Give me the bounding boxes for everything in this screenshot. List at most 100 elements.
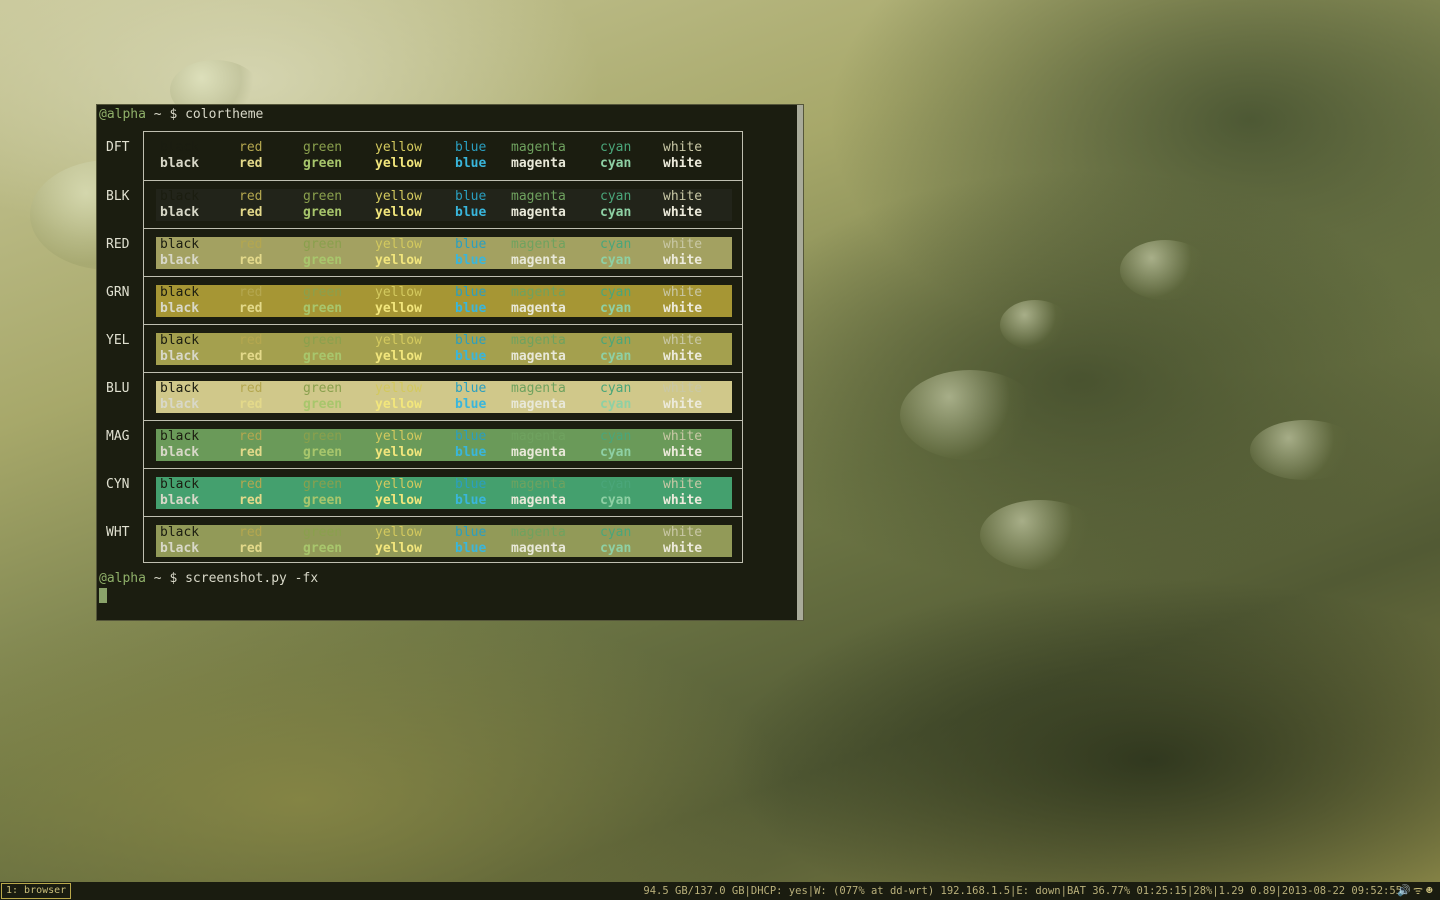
swatch-white-bold: white — [663, 397, 703, 412]
wifi-icon: ᯤ — [1413, 884, 1424, 897]
swatch-yellow-bold: yellow — [375, 253, 422, 268]
volume-icon: 🔊 — [1397, 884, 1411, 897]
swatch-magenta-bold: magenta — [511, 253, 566, 268]
swatch-blue-bold: blue — [455, 349, 487, 364]
colortheme-row-yel: YEL black black red red green green yellow yello… — [106, 324, 742, 372]
swatch-red-normal: red — [239, 237, 263, 252]
swatch-black-bold: black — [160, 156, 200, 171]
swatch-white-bold: white — [663, 205, 703, 220]
swatch-white-bold: white — [663, 253, 703, 268]
swatch-black-bold: black — [160, 349, 200, 364]
swatch-green-bold: green — [303, 349, 343, 364]
swatch-yellow-bold: yellow — [375, 541, 422, 556]
swatch-magenta-normal: magenta — [511, 525, 566, 540]
swatch-green-normal: green — [303, 381, 343, 396]
swatch-black-normal: black — [160, 189, 200, 204]
swatch-black-normal: black — [160, 140, 200, 155]
swatch-black-normal: black — [160, 237, 200, 252]
swatch-yellow-normal: yellow — [375, 189, 422, 204]
swatch-yellow-normal: yellow — [375, 140, 422, 155]
swatch-cyan-bold: cyan — [600, 301, 632, 316]
swatch-blue-normal: blue — [455, 381, 487, 396]
swatch-white-normal: white — [663, 429, 703, 444]
swatch-black-bold: black — [160, 493, 200, 508]
swatch-green-bold: green — [303, 301, 343, 316]
swatch-yellow-bold: yellow — [375, 156, 422, 171]
swatch-black-normal: black — [160, 285, 200, 300]
terminal-scrollbar[interactable] — [797, 105, 803, 620]
swatch-red-bold: red — [239, 445, 263, 460]
swatch-green-normal: green — [303, 285, 343, 300]
swatch-magenta-normal: magenta — [511, 333, 566, 348]
prompt-path: ~ $ — [145, 571, 186, 586]
swatch-black-normal: black — [160, 381, 200, 396]
swatch-black-bold: black — [160, 253, 200, 268]
swatch-blue-normal: blue — [455, 189, 487, 204]
colortheme-row-blu: BLU black black red red green green yellow yello… — [106, 372, 742, 420]
swatch-yellow-normal: yellow — [375, 237, 422, 252]
colortheme-row-grn: GRN black black red red green green yellow yello… — [106, 276, 742, 324]
swatch-red-normal: red — [239, 429, 263, 444]
swatch-blue-bold: blue — [455, 156, 487, 171]
row-label: RED — [106, 237, 130, 252]
color-band: black black red red green green yellow yellow bl… — [156, 429, 732, 461]
swatch-blue-normal: blue — [455, 333, 487, 348]
prompt-line-1: @alpha ~ $ colortheme — [99, 107, 263, 123]
swatch-cyan-bold: cyan — [600, 156, 632, 171]
terminal-window[interactable]: @alpha ~ $ colortheme DFT black black red re… — [96, 104, 804, 621]
swatch-black-bold: black — [160, 541, 200, 556]
prompt-line-2: @alpha ~ $ screenshot.py -fx — [99, 571, 318, 587]
swatch-green-normal: green — [303, 237, 343, 252]
swatch-blue-bold: blue — [455, 397, 487, 412]
color-band: black black red red green green yellow yellow bl… — [156, 477, 732, 509]
swatch-green-bold: green — [303, 541, 343, 556]
swatch-cyan-bold: cyan — [600, 349, 632, 364]
color-band: black black red red green green yellow yellow bl… — [156, 189, 732, 221]
swatch-red-normal: red — [239, 333, 263, 348]
swatch-magenta-bold: magenta — [511, 493, 566, 508]
swatch-cyan-normal: cyan — [600, 285, 632, 300]
swatch-green-normal: green — [303, 333, 343, 348]
swatch-cyan-bold: cyan — [600, 397, 632, 412]
swatch-red-bold: red — [239, 541, 263, 556]
swatch-magenta-bold: magenta — [511, 156, 566, 171]
swatch-green-bold: green — [303, 156, 343, 171]
swatch-cyan-normal: cyan — [600, 333, 632, 348]
swatch-cyan-bold: cyan — [600, 253, 632, 268]
swatch-red-normal: red — [239, 477, 263, 492]
swatch-red-bold: red — [239, 156, 263, 171]
swatch-magenta-bold: magenta — [511, 397, 566, 412]
swatch-magenta-normal: magenta — [511, 237, 566, 252]
swatch-red-normal: red — [239, 285, 263, 300]
row-label: YEL — [106, 333, 130, 348]
swatch-magenta-bold: magenta — [511, 445, 566, 460]
swatch-white-normal: white — [663, 140, 703, 155]
swatch-blue-bold: blue — [455, 253, 487, 268]
swatch-blue-normal: blue — [455, 285, 487, 300]
color-band: black black red red green green yellow yellow bl… — [156, 525, 732, 557]
swatch-green-normal: green — [303, 429, 343, 444]
swatch-white-bold: white — [663, 445, 703, 460]
swatch-blue-bold: blue — [455, 301, 487, 316]
swatch-cyan-normal: cyan — [600, 477, 632, 492]
text-cursor — [99, 588, 107, 603]
row-label: BLK — [106, 189, 130, 204]
swatch-magenta-normal: magenta — [511, 140, 566, 155]
swatch-blue-normal: blue — [455, 525, 487, 540]
swatch-magenta-bold: magenta — [511, 349, 566, 364]
swatch-white-normal: white — [663, 525, 703, 540]
swatch-red-bold: red — [239, 349, 263, 364]
swatch-green-bold: green — [303, 397, 343, 412]
row-label: GRN — [106, 285, 130, 300]
swatch-white-bold: white — [663, 349, 703, 364]
system-info: 94.5 GB/137.0 GB|DHCP: yes|W: (077% at d… — [643, 885, 1402, 897]
color-band: black black red red green green yellow yellow bl… — [156, 285, 732, 317]
swatch-cyan-normal: cyan — [600, 525, 632, 540]
swatch-yellow-normal: yellow — [375, 381, 422, 396]
colortheme-row-red: RED black black red red green green yellow yello… — [106, 228, 742, 276]
swatch-yellow-normal: yellow — [375, 333, 422, 348]
swatch-cyan-normal: cyan — [600, 429, 632, 444]
swatch-white-normal: white — [663, 189, 703, 204]
swatch-green-bold: green — [303, 253, 343, 268]
workspace-button[interactable]: 1: browser — [1, 883, 72, 899]
